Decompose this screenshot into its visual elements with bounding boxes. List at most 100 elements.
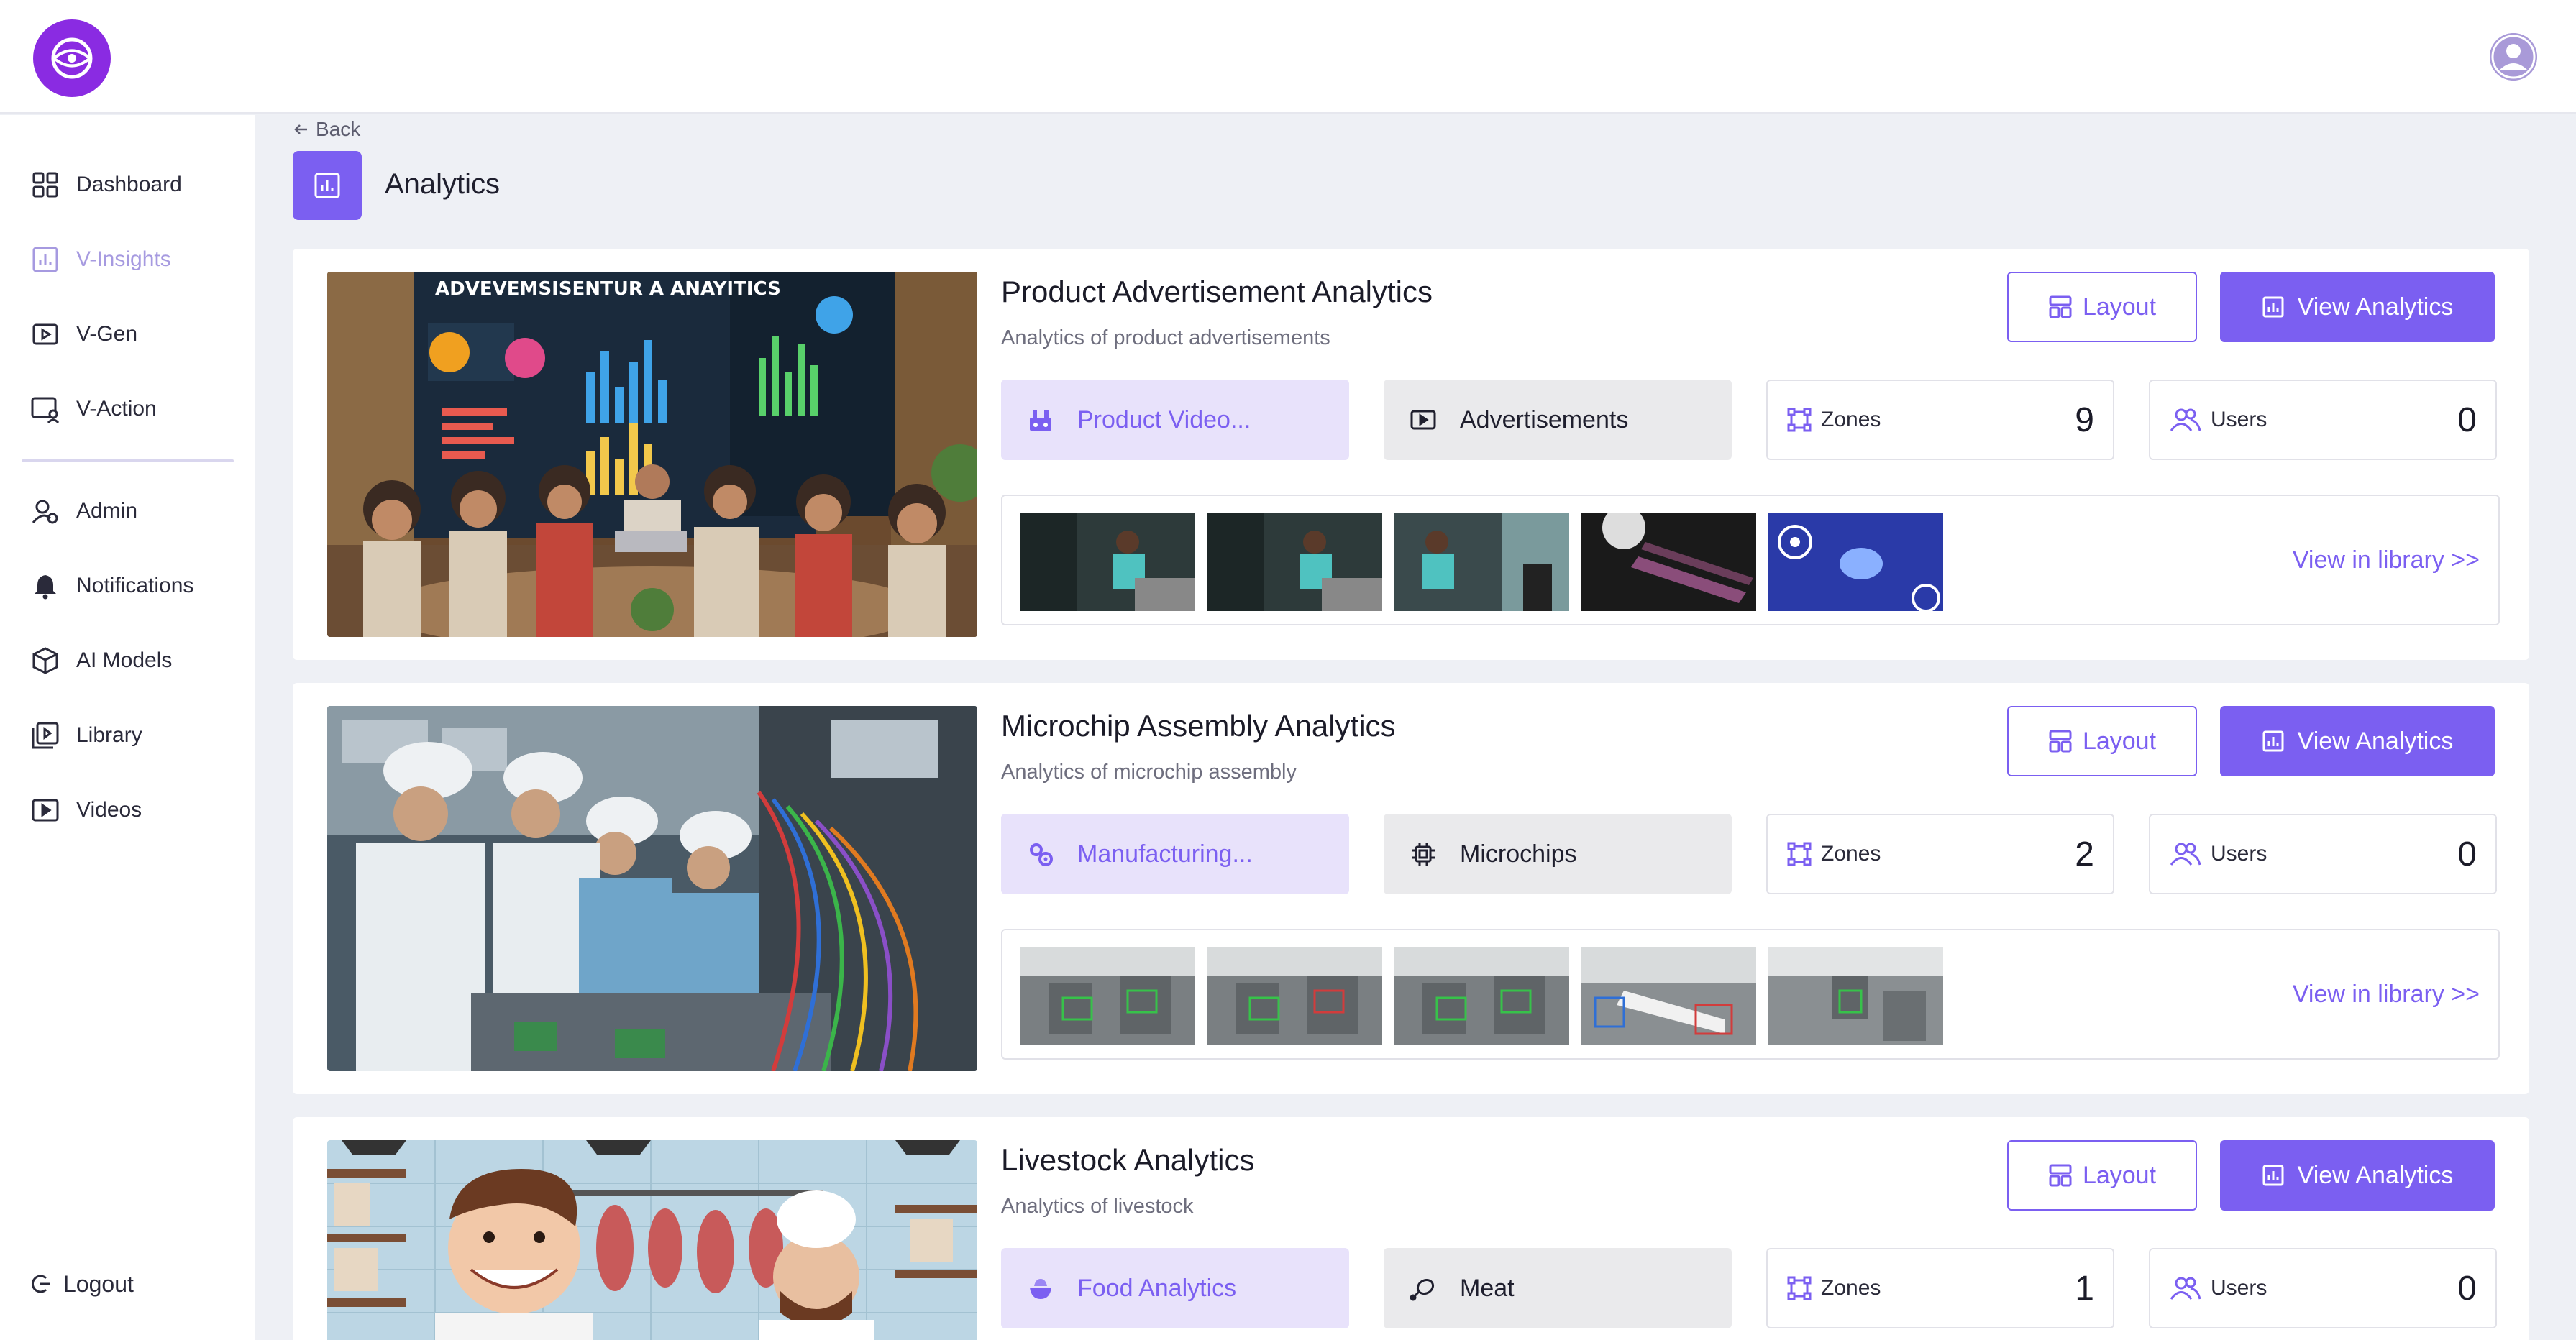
layout-label: Layout	[2082, 1161, 2157, 1189]
users-icon	[2169, 1275, 2202, 1301]
thumbnail-caption: ADVEVEMSISENTUR A ANAYITICS	[435, 278, 781, 300]
card-title: Microchip Assembly Analytics	[1001, 709, 1396, 743]
chip-icon	[1410, 840, 1437, 868]
users-stat: Users 0	[2149, 814, 2497, 894]
view-analytics-button[interactable]: View Analytics	[2220, 272, 2495, 342]
layout-button[interactable]: Layout	[2007, 706, 2197, 776]
users-count: 0	[2457, 835, 2477, 873]
view-analytics-button[interactable]: View Analytics	[2220, 706, 2495, 776]
users-stat: Users 0	[2149, 380, 2497, 460]
video-frame[interactable]	[1768, 947, 1943, 1045]
monitor-user-icon	[30, 394, 60, 424]
sidebar-item-dashboard[interactable]: Dashboard	[30, 163, 182, 206]
zones-label: Zones	[1821, 842, 1881, 866]
view-analytics-label: View Analytics	[2297, 293, 2454, 321]
sidebar-item-admin[interactable]: Admin	[30, 490, 137, 533]
zones-stat: Zones 1	[1766, 1248, 2114, 1328]
layout-icon	[2048, 729, 2073, 753]
sidebar-item-v-action[interactable]: V-Action	[30, 387, 157, 431]
card-thumbnail[interactable]	[327, 706, 977, 1071]
sidebar-item-label: V-Action	[76, 397, 157, 421]
sidebar-divider	[22, 459, 234, 462]
view-analytics-label: View Analytics	[2297, 727, 2454, 755]
card-subtitle: Analytics of product advertisements	[1001, 326, 1330, 349]
analytics-card: Microchip Assembly Analytics Analytics o…	[293, 683, 2529, 1094]
video-frame[interactable]	[1394, 947, 1569, 1045]
zones-stat: Zones 2	[1766, 814, 2114, 894]
factory-icon	[1027, 406, 1054, 433]
view-in-library-link[interactable]: View in library >>	[2293, 546, 2480, 574]
sidebar-item-label: AI Models	[76, 648, 173, 672]
tag-label: Advertisements	[1460, 405, 1629, 433]
tag-label: Microchips	[1460, 840, 1577, 868]
play-square-icon	[30, 319, 60, 349]
zones-label: Zones	[1821, 1276, 1881, 1300]
tag-label: Meat	[1460, 1274, 1515, 1302]
analytics-page-icon	[293, 151, 362, 220]
meat-icon	[1410, 1275, 1437, 1302]
view-analytics-label: View Analytics	[2297, 1161, 2454, 1189]
zones-icon	[1786, 407, 1812, 433]
card-thumbnail[interactable]	[327, 1140, 977, 1340]
layout-label: Layout	[2082, 727, 2157, 755]
analytics-card: Livestock Analytics Analytics of livesto…	[293, 1117, 2529, 1340]
zones-label: Zones	[1821, 408, 1881, 431]
gears-icon	[1027, 840, 1054, 868]
layout-button[interactable]: Layout	[2007, 272, 2197, 342]
category-label: Manufacturing...	[1077, 840, 1253, 868]
video-frame[interactable]	[1581, 513, 1756, 611]
main-content: Back Analytics ADVEVEMSISENTUR A ANAYITI…	[255, 115, 2576, 1340]
zones-icon	[1786, 841, 1812, 867]
sidebar-item-notifications[interactable]: Notifications	[30, 564, 193, 607]
sidebar-item-label: V-Gen	[76, 322, 138, 346]
chart-icon	[2262, 730, 2285, 753]
zones-stat: Zones 9	[1766, 380, 2114, 460]
users-label: Users	[2211, 1276, 2267, 1300]
view-analytics-button[interactable]: View Analytics	[2220, 1140, 2495, 1211]
view-in-library-link[interactable]: View in library >>	[2293, 981, 2480, 1009]
zones-count: 9	[2075, 400, 2094, 439]
video-frame[interactable]	[1207, 513, 1382, 611]
card-thumbnail[interactable]: ADVEVEMSISENTUR A ANAYITICS	[327, 272, 977, 637]
category-chip: Product Video...	[1001, 380, 1349, 460]
layout-icon	[2048, 1163, 2073, 1188]
card-subtitle: Analytics of microchip assembly	[1001, 761, 1297, 784]
users-icon	[2169, 407, 2202, 433]
sidebar-item-library[interactable]: Library	[30, 714, 142, 757]
back-link[interactable]: Back	[293, 115, 360, 144]
users-count: 0	[2457, 1269, 2477, 1308]
globe-eye-icon[interactable]	[33, 19, 111, 97]
analytics-card: ADVEVEMSISENTUR A ANAYITICS Product Adve…	[293, 249, 2529, 660]
video-frame[interactable]	[1020, 947, 1195, 1045]
sidebar-item-videos[interactable]: Videos	[30, 789, 142, 832]
sidebar-item-ai-models[interactable]: AI Models	[30, 639, 172, 682]
logout-button[interactable]: Logout	[30, 1262, 134, 1305]
zones-icon	[1786, 1275, 1812, 1301]
tag-chip: Advertisements	[1384, 380, 1732, 460]
user-avatar-icon[interactable]	[2490, 33, 2537, 81]
zones-count: 1	[2075, 1269, 2094, 1308]
category-chip: Manufacturing...	[1001, 814, 1349, 894]
video-frame[interactable]	[1581, 947, 1756, 1045]
sidebar-item-label: Notifications	[76, 574, 194, 597]
layout-icon	[2048, 295, 2073, 319]
video-frame[interactable]	[1394, 513, 1569, 611]
sidebar-item-label: Library	[76, 723, 142, 747]
video-frame[interactable]	[1020, 513, 1195, 611]
chart-icon	[2262, 295, 2285, 318]
layout-button[interactable]: Layout	[2007, 1140, 2197, 1211]
users-label: Users	[2211, 842, 2267, 866]
bell-icon	[30, 571, 60, 601]
user-gear-icon	[30, 496, 60, 526]
video-frame[interactable]	[1768, 513, 1943, 611]
category-chip: Food Analytics	[1001, 1248, 1349, 1328]
zones-count: 2	[2075, 835, 2094, 873]
video-frame[interactable]	[1207, 947, 1382, 1045]
library-preview: View in library >>	[1001, 929, 2500, 1060]
sidebar-item-v-gen[interactable]: V-Gen	[30, 313, 137, 356]
sidebar-item-label: Dashboard	[76, 173, 182, 196]
sidebar-item-v-insights[interactable]: V-Insights	[30, 238, 171, 281]
tag-chip: Meat	[1384, 1248, 1732, 1328]
chart-icon	[30, 244, 60, 275]
tag-chip: Microchips	[1384, 814, 1732, 894]
